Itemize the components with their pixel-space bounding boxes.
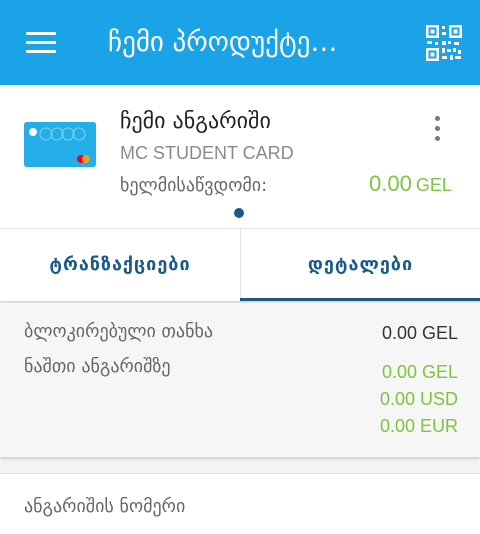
- account-balance-label: ნაშთი ანგარიშზე: [24, 356, 171, 377]
- card-image: [24, 122, 96, 167]
- pager-indicator-dot: [234, 208, 244, 218]
- available-label: ხელმისაწვდომი:: [120, 175, 268, 196]
- app-bar: ჩემი პროდუქტე…: [0, 0, 480, 85]
- available-amount-value: 0.00: [369, 171, 412, 196]
- balance-card: ბლოკირებული თანხა 0.00 GEL ნაშთი ანგარიშ…: [0, 303, 480, 457]
- hamburger-menu-icon[interactable]: [26, 32, 56, 54]
- account-summary[interactable]: ჩემი ანგარიში MC STUDENT CARD ხელმისაწვდ…: [0, 85, 480, 228]
- qr-code-icon[interactable]: [425, 24, 463, 62]
- available-amount: 0.00 GEL: [369, 171, 452, 197]
- tab-transactions[interactable]: ტრანზაქციები: [0, 229, 240, 301]
- blocked-amount-value: 0.00 GEL: [381, 323, 458, 343]
- tab-bar: ტრანზაქციები დეტალები: [0, 228, 480, 301]
- card-type: MC STUDENT CARD: [120, 143, 294, 163]
- page-title: ჩემი პროდუქტე…: [108, 27, 338, 58]
- more-vertical-icon[interactable]: [428, 115, 448, 143]
- balance-eur: 0.00 EUR: [379, 416, 458, 436]
- account-name: ჩემი ანგარიში: [120, 109, 271, 134]
- active-tab-indicator: [240, 298, 480, 301]
- account-number-label: ანგარიშის ნომერი: [24, 496, 186, 517]
- account-number-section: ანგარიშის ნომერი: [0, 473, 480, 534]
- tab-details[interactable]: დეტალები: [240, 229, 480, 301]
- details-panel: ბლოკირებული თანხა 0.00 GEL ნაშთი ანგარიშ…: [0, 303, 480, 534]
- blocked-amount-label: ბლოკირებული თანხა: [24, 321, 214, 342]
- balance-gel: 0.00 GEL: [381, 362, 458, 382]
- balance-usd: 0.00 USD: [379, 389, 458, 409]
- available-currency: GEL: [415, 175, 452, 195]
